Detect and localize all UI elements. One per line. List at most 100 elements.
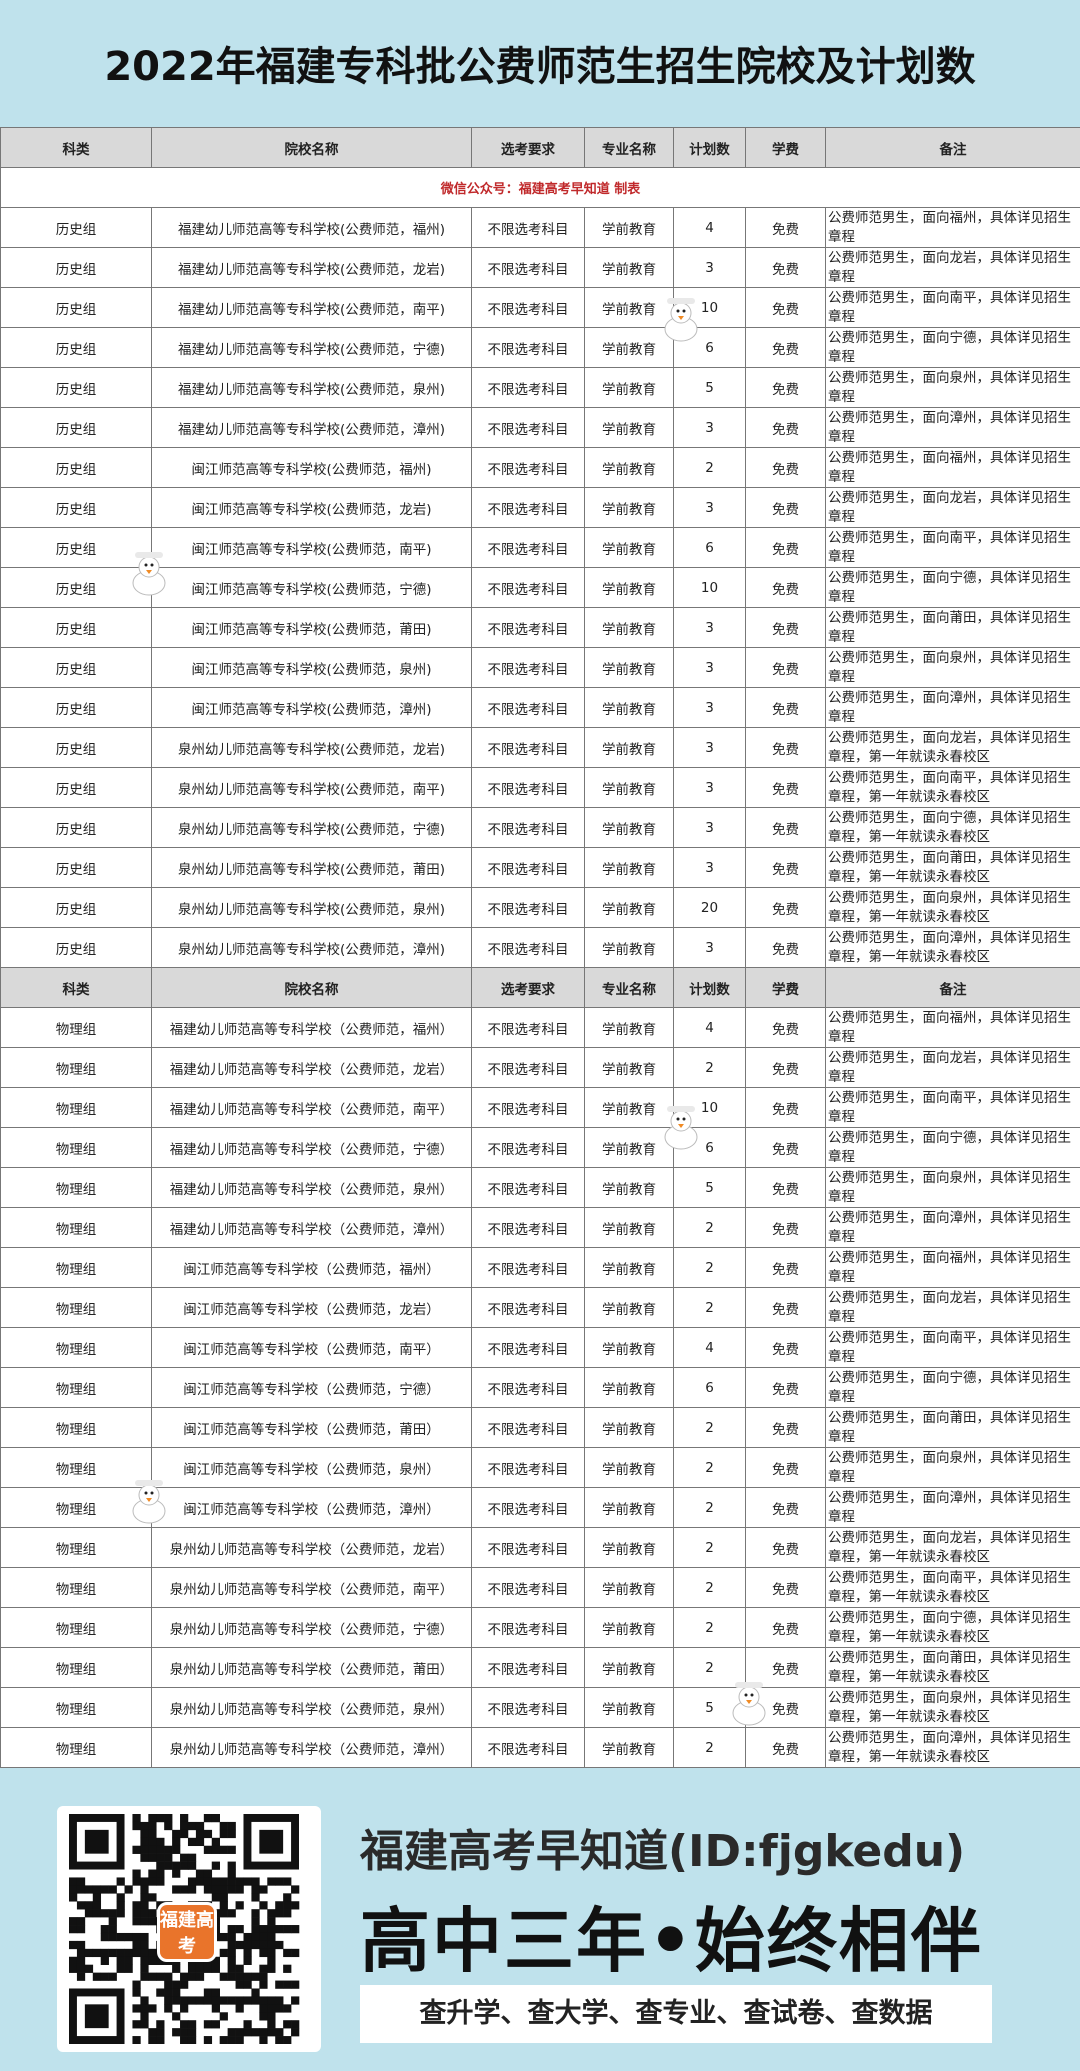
plan-count-cell: 2 bbox=[673, 1287, 746, 1328]
plan-count-cell: 3 bbox=[673, 407, 746, 448]
tuition-cell: 免费 bbox=[745, 767, 826, 808]
tuition-cell: 免费 bbox=[745, 1727, 826, 1768]
plan-count-cell: 2 bbox=[673, 1247, 746, 1288]
duck-mascot-icon bbox=[132, 1480, 166, 1524]
category-cell: 历史组 bbox=[0, 447, 152, 488]
tuition-cell: 免费 bbox=[745, 1167, 826, 1208]
category-cell: 物理组 bbox=[0, 1327, 152, 1368]
major-cell: 学前教育 bbox=[584, 487, 674, 528]
table-row: 物理组 闽江师范高等专科学校（公费师范，南平） 不限选考科目 学前教育 4 免费 公费师范男… bbox=[0, 1327, 1080, 1368]
school-cell: 福建幼儿师范高等专科学校(公费师范，南平) bbox=[151, 287, 472, 328]
major-cell: 学前教育 bbox=[584, 567, 674, 608]
requirement-cell: 不限选考科目 bbox=[471, 727, 585, 768]
column-header: 计划数 bbox=[673, 967, 746, 1008]
plan-count-cell: 4 bbox=[673, 1007, 746, 1048]
note-cell: 公费师范男生，面向莆田，具体详见招生章程 bbox=[825, 607, 1080, 648]
major-cell: 学前教育 bbox=[584, 1487, 674, 1528]
category-cell: 历史组 bbox=[0, 207, 152, 248]
requirement-cell: 不限选考科目 bbox=[471, 1687, 585, 1728]
school-cell: 闽江师范高等专科学校（公费师范，福州） bbox=[151, 1247, 472, 1288]
major-cell: 学前教育 bbox=[584, 1407, 674, 1448]
school-cell: 泉州幼儿师范高等专科学校（公费师范，宁德） bbox=[151, 1607, 472, 1648]
school-cell: 泉州幼儿师范高等专科学校（公费师范，漳州） bbox=[151, 1727, 472, 1768]
note-cell: 公费师范男生，面向福州，具体详见招生章程 bbox=[825, 1247, 1080, 1288]
note-cell: 公费师范男生，面向泉州，具体详见招生章程 bbox=[825, 1447, 1080, 1488]
table-row: 历史组 福建幼儿师范高等专科学校(公费师范，泉州) 不限选考科目 学前教育 5 免费 公费师… bbox=[0, 367, 1080, 408]
requirement-cell: 不限选考科目 bbox=[471, 767, 585, 808]
category-cell: 物理组 bbox=[0, 1607, 152, 1648]
requirement-cell: 不限选考科目 bbox=[471, 1527, 585, 1568]
major-cell: 学前教育 bbox=[584, 1367, 674, 1408]
school-cell: 福建幼儿师范高等专科学校（公费师范，漳州） bbox=[151, 1207, 472, 1248]
category-cell: 物理组 bbox=[0, 1127, 152, 1168]
tuition-cell: 免费 bbox=[745, 1007, 826, 1048]
table-row: 历史组 闽江师范高等专科学校(公费师范，泉州) 不限选考科目 学前教育 3 免费 公费师范男… bbox=[0, 647, 1080, 688]
category-cell: 物理组 bbox=[0, 1647, 152, 1688]
tuition-cell: 免费 bbox=[745, 1567, 826, 1608]
major-cell: 学前教育 bbox=[584, 1007, 674, 1048]
category-cell: 历史组 bbox=[0, 607, 152, 648]
category-cell: 历史组 bbox=[0, 647, 152, 688]
requirement-cell: 不限选考科目 bbox=[471, 1247, 585, 1288]
major-cell: 学前教育 bbox=[584, 1247, 674, 1288]
requirement-cell: 不限选考科目 bbox=[471, 1727, 585, 1768]
table-row: 物理组 福建幼儿师范高等专科学校（公费师范，漳州） 不限选考科目 学前教育 2 免费 公费师… bbox=[0, 1207, 1080, 1248]
requirement-cell: 不限选考科目 bbox=[471, 287, 585, 328]
school-cell: 福建幼儿师范高等专科学校(公费师范，宁德) bbox=[151, 327, 472, 368]
plan-count-cell: 2 bbox=[673, 1487, 746, 1528]
services-list: 查升学、查大学、查专业、查试卷、查数据 bbox=[360, 1985, 992, 2043]
plan-count-cell: 10 bbox=[673, 567, 746, 608]
note-cell: 公费师范男生，面向福州，具体详见招生章程 bbox=[825, 447, 1080, 488]
school-cell: 闽江师范高等专科学校(公费师范，福州) bbox=[151, 447, 472, 488]
category-cell: 历史组 bbox=[0, 887, 152, 928]
qr-code[interactable]: 福建高考 bbox=[57, 1806, 321, 2052]
tuition-cell: 免费 bbox=[745, 1487, 826, 1528]
plan-count-cell: 3 bbox=[673, 727, 746, 768]
requirement-cell: 不限选考科目 bbox=[471, 1167, 585, 1208]
plan-count-cell: 3 bbox=[673, 807, 746, 848]
school-cell: 闽江师范高等专科学校(公费师范，莆田) bbox=[151, 607, 472, 648]
category-cell: 历史组 bbox=[0, 287, 152, 328]
major-cell: 学前教育 bbox=[584, 607, 674, 648]
school-cell: 闽江师范高等专科学校(公费师范，漳州) bbox=[151, 687, 472, 728]
duck-mascot-icon bbox=[664, 298, 698, 342]
school-cell: 闽江师范高等专科学校(公费师范，龙岩) bbox=[151, 487, 472, 528]
major-cell: 学前教育 bbox=[584, 927, 674, 968]
note-cell: 公费师范男生，面向莆田，具体详见招生章程 bbox=[825, 1407, 1080, 1448]
note-cell: 公费师范男生，面向漳州，具体详见招生章程，第一年就读永春校区 bbox=[825, 927, 1080, 968]
note-cell: 公费师范男生，面向南平，具体详见招生章程 bbox=[825, 527, 1080, 568]
plan-count-cell: 20 bbox=[673, 887, 746, 928]
requirement-cell: 不限选考科目 bbox=[471, 407, 585, 448]
note-cell: 公费师范男生，面向宁德，具体详见招生章程 bbox=[825, 1367, 1080, 1408]
school-cell: 泉州幼儿师范高等专科学校(公费师范，南平) bbox=[151, 767, 472, 808]
table-row: 历史组 闽江师范高等专科学校(公费师范，莆田) 不限选考科目 学前教育 3 免费 公费师范男… bbox=[0, 607, 1080, 648]
tuition-cell: 免费 bbox=[745, 1367, 826, 1408]
major-cell: 学前教育 bbox=[584, 687, 674, 728]
note-cell: 公费师范男生，面向宁德，具体详见招生章程，第一年就读永春校区 bbox=[825, 807, 1080, 848]
school-cell: 福建幼儿师范高等专科学校（公费师范，泉州） bbox=[151, 1167, 472, 1208]
table-row: 物理组 福建幼儿师范高等专科学校（公费师范，泉州） 不限选考科目 学前教育 5 免费 公费师… bbox=[0, 1167, 1080, 1208]
column-header: 学费 bbox=[745, 127, 826, 168]
column-header: 科类 bbox=[0, 967, 152, 1008]
table-header-row: 科类 院校名称 选考要求 专业名称 计划数 学费 备注 bbox=[0, 967, 1080, 1008]
category-cell: 物理组 bbox=[0, 1407, 152, 1448]
table-row: 历史组 福建幼儿师范高等专科学校(公费师范，漳州) 不限选考科目 学前教育 3 免费 公费师… bbox=[0, 407, 1080, 448]
tuition-cell: 免费 bbox=[745, 207, 826, 248]
category-cell: 历史组 bbox=[0, 807, 152, 848]
major-cell: 学前教育 bbox=[584, 1287, 674, 1328]
major-cell: 学前教育 bbox=[584, 1687, 674, 1728]
plan-count-cell: 2 bbox=[673, 447, 746, 488]
school-cell: 泉州幼儿师范高等专科学校(公费师范，泉州) bbox=[151, 887, 472, 928]
column-header: 备注 bbox=[825, 127, 1080, 168]
plan-count-cell: 5 bbox=[673, 367, 746, 408]
category-cell: 物理组 bbox=[0, 1007, 152, 1048]
table-row: 物理组 福建幼儿师范高等专科学校（公费师范，南平） 不限选考科目 学前教育 10 免费 公费… bbox=[0, 1087, 1080, 1128]
note-cell: 公费师范男生，面向漳州，具体详见招生章程，第一年就读永春校区 bbox=[825, 1727, 1080, 1768]
banner-text: 微信公众号：福建高考早知道 制表 bbox=[0, 167, 1080, 208]
column-header: 备注 bbox=[825, 967, 1080, 1008]
table-row: 历史组 泉州幼儿师范高等专科学校(公费师范，莆田) 不限选考科目 学前教育 3 免费 公费师… bbox=[0, 847, 1080, 888]
major-cell: 学前教育 bbox=[584, 727, 674, 768]
school-cell: 福建幼儿师范高等专科学校(公费师范，龙岩) bbox=[151, 247, 472, 288]
table-row: 历史组 泉州幼儿师范高等专科学校(公费师范，南平) 不限选考科目 学前教育 3 免费 公费师… bbox=[0, 767, 1080, 808]
page-title: 2022年福建专科批公费师范生招生院校及计划数 bbox=[104, 44, 976, 90]
